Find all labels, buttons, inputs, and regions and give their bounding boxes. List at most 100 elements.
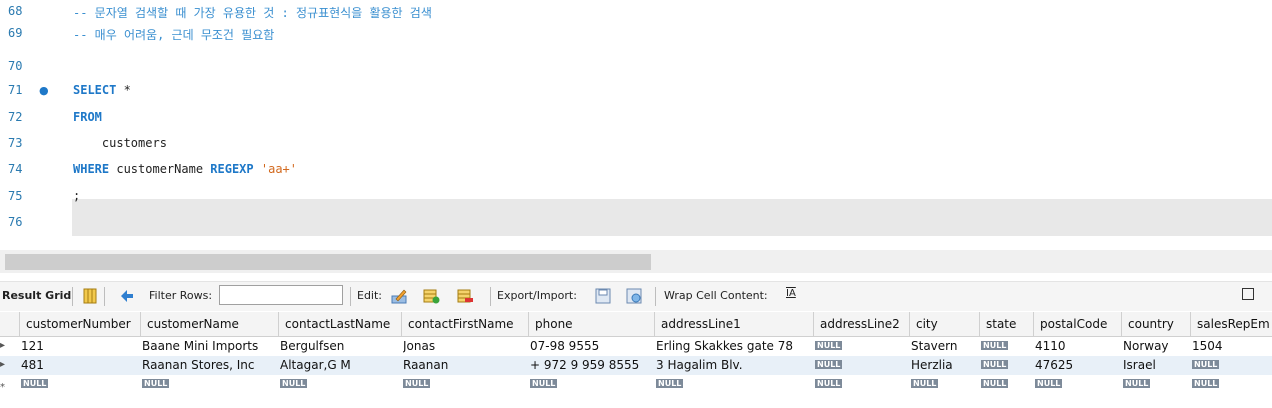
- table-cell[interactable]: NULL: [815, 337, 907, 351]
- null-badge: NULL: [21, 379, 49, 388]
- table-cell[interactable]: 47625: [1035, 358, 1119, 372]
- table-cell[interactable]: 121: [21, 339, 138, 353]
- export-icon[interactable]: [594, 287, 612, 305]
- column-header[interactable]: addressLine2: [813, 312, 909, 336]
- sql-text: customers: [73, 136, 167, 150]
- table-cell[interactable]: NULL: [981, 337, 1031, 351]
- editor-line[interactable]: 76: [0, 212, 1272, 234]
- null-badge: NULL: [1123, 379, 1151, 388]
- line-number: 75: [8, 189, 23, 203]
- table-cell[interactable]: NULL: [815, 356, 907, 370]
- editor-line[interactable]: 70: [0, 56, 1272, 78]
- table-cell[interactable]: 1504: [1192, 339, 1270, 353]
- table-cell[interactable]: NULL: [280, 375, 399, 389]
- table-cell[interactable]: NULL: [981, 356, 1031, 370]
- new-row[interactable]: * NULL NULL NULL NULL NULL NULL NULL NULL NULL NUL…: [0, 375, 1272, 394]
- line-number: 71: [8, 83, 23, 97]
- column-header[interactable]: country: [1121, 312, 1190, 336]
- table-cell[interactable]: Stavern: [911, 339, 977, 353]
- column-header[interactable]: state: [979, 312, 1033, 336]
- table-cell[interactable]: NULL: [142, 375, 276, 389]
- editor-line[interactable]: 73 customers: [0, 133, 1272, 155]
- table-cell[interactable]: Raanan Stores, Inc: [142, 358, 276, 372]
- line-number: 76: [8, 215, 23, 229]
- filter-rows-label: Filter Rows:: [149, 289, 213, 302]
- column-header[interactable]: addressLine1: [654, 312, 813, 336]
- table-cell[interactable]: Bergulfsen: [280, 339, 399, 353]
- table-cell[interactable]: NULL: [1123, 375, 1188, 389]
- delete-row-icon[interactable]: [456, 287, 474, 305]
- result-grid[interactable]: customerNumber customerName contactLastNam…: [0, 312, 1272, 408]
- grid-layout-icon[interactable]: [81, 287, 99, 305]
- table-cell[interactable]: NULL: [815, 375, 907, 389]
- table-cell[interactable]: Herzlia: [911, 358, 977, 372]
- horizontal-scrollbar[interactable]: [0, 250, 1272, 273]
- divider: [104, 287, 105, 306]
- result-grid-tab[interactable]: Result Grid: [2, 289, 71, 302]
- editor-line[interactable]: 71 ● SELECT *: [0, 80, 1272, 102]
- table-cell[interactable]: NULL: [1035, 375, 1119, 389]
- table-cell[interactable]: + 972 9 959 8555: [530, 358, 652, 372]
- null-badge: NULL: [981, 341, 1009, 350]
- sql-text: customerName: [109, 162, 211, 176]
- table-cell[interactable]: NULL: [403, 375, 526, 389]
- table-cell[interactable]: 481: [21, 358, 138, 372]
- table-cell[interactable]: NULL: [656, 375, 811, 389]
- table-cell[interactable]: NULL: [981, 375, 1031, 389]
- import-icon[interactable]: [625, 287, 643, 305]
- column-header[interactable]: contactLastName: [278, 312, 401, 336]
- null-badge: NULL: [815, 379, 843, 388]
- editor-line[interactable]: 69 -- 매우 어려움, 근데 무조건 필요함: [0, 23, 1272, 45]
- editor-line[interactable]: 72 FROM: [0, 107, 1272, 129]
- column-header[interactable]: phone: [528, 312, 654, 336]
- filter-rows-input[interactable]: [219, 285, 343, 305]
- grid-header-row: customerNumber customerName contactLastNam…: [0, 312, 1272, 337]
- add-row-icon[interactable]: [422, 287, 440, 305]
- column-header[interactable]: salesRepEm: [1190, 312, 1272, 336]
- editor-line[interactable]: 74 WHERE customerName REGEXP 'aa+': [0, 159, 1272, 181]
- table-cell[interactable]: NULL: [911, 375, 977, 389]
- table-cell[interactable]: Altagar,G M: [280, 358, 399, 372]
- table-row[interactable]: ▸ 121 Baane Mini Imports Bergulfsen Jonas 07-…: [0, 337, 1272, 356]
- table-row[interactable]: ▸ 481 Raanan Stores, Inc Altagar,G M Raanan +…: [0, 356, 1272, 375]
- editor-line[interactable]: 75;: [0, 186, 1272, 208]
- column-header[interactable]: postalCode: [1033, 312, 1121, 336]
- sql-text: *: [116, 83, 131, 97]
- table-cell[interactable]: Erling Skakkes gate 78: [656, 339, 811, 353]
- column-header[interactable]: customerNumber: [19, 312, 140, 336]
- table-cell[interactable]: Jonas: [403, 339, 526, 353]
- column-header[interactable]: city: [909, 312, 979, 336]
- divider: [655, 287, 656, 306]
- editor-line[interactable]: 68 -- 문자열 검색할 때 가장 유용한 것 : 정규표현식을 활용한 검색: [0, 1, 1272, 23]
- table-cell[interactable]: 3 Hagalim Blv.: [656, 358, 811, 372]
- panel-toggle-icon[interactable]: [1242, 288, 1254, 300]
- table-cell[interactable]: NULL: [1192, 356, 1270, 370]
- null-badge: NULL: [981, 379, 1009, 388]
- line-number: 74: [8, 162, 23, 176]
- table-cell[interactable]: Raanan: [403, 358, 526, 372]
- refresh-icon[interactable]: [118, 287, 136, 305]
- wrap-cell-icon[interactable]: IA: [786, 288, 796, 299]
- table-cell[interactable]: Baane Mini Imports: [142, 339, 276, 353]
- null-badge: NULL: [815, 360, 843, 369]
- statement-marker-icon[interactable]: ●: [39, 84, 49, 97]
- null-badge: NULL: [403, 379, 431, 388]
- sql-editor[interactable]: 68 -- 문자열 검색할 때 가장 유용한 것 : 정규표현식을 활용한 검색 6…: [0, 0, 1272, 250]
- sql-comment: -- 문자열 검색할 때 가장 유용한 것 : 정규표현식을 활용한 검색: [73, 6, 432, 20]
- scrollbar-thumb[interactable]: [5, 254, 651, 270]
- column-header[interactable]: customerName: [140, 312, 278, 336]
- table-cell[interactable]: 07-98 9555: [530, 339, 652, 353]
- table-cell[interactable]: Israel: [1123, 358, 1188, 372]
- result-toolbar: Result Grid Filter Rows: Edit: Export/Im…: [0, 281, 1272, 311]
- table-cell[interactable]: NULL: [530, 375, 652, 389]
- code-text: customers: [73, 136, 167, 150]
- table-cell[interactable]: Norway: [1123, 339, 1188, 353]
- wrap-cell-label: Wrap Cell Content:: [664, 289, 768, 302]
- table-cell[interactable]: 4110: [1035, 339, 1119, 353]
- table-cell[interactable]: NULL: [1192, 375, 1270, 389]
- null-badge: NULL: [530, 379, 558, 388]
- column-header[interactable]: contactFirstName: [401, 312, 528, 336]
- table-cell[interactable]: NULL: [21, 375, 138, 389]
- edit-row-icon[interactable]: [390, 287, 408, 305]
